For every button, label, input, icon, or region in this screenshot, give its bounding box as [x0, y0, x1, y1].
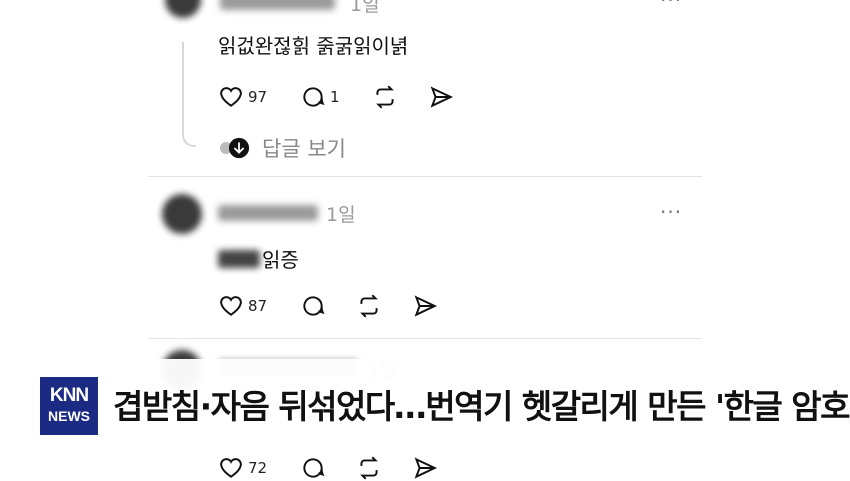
- like-count: 87: [248, 297, 268, 315]
- username[interactable]: [218, 205, 318, 221]
- repost-icon: [376, 85, 394, 109]
- reply-arrow-icon: [228, 137, 250, 159]
- comment-icon: [303, 458, 325, 478]
- blurred-text: [218, 249, 260, 268]
- share-button[interactable]: [428, 84, 454, 110]
- like-button[interactable]: 72: [218, 455, 267, 481]
- reply-button[interactable]: 1: [300, 84, 340, 110]
- like-button[interactable]: 97: [218, 84, 267, 110]
- repost-icon: [360, 456, 378, 480]
- logo-top: KNN: [49, 385, 89, 406]
- like-button[interactable]: 87: [218, 293, 267, 319]
- comment-time: 1일: [350, 0, 380, 16]
- comment-text: 읽증: [262, 248, 299, 272]
- share-icon: [430, 86, 454, 108]
- repost-button[interactable]: [356, 293, 382, 319]
- avatar[interactable]: [162, 194, 202, 234]
- repost-icon: [360, 294, 378, 318]
- heart-icon: [220, 458, 242, 478]
- share-icon: [414, 295, 438, 317]
- comment-time: 1일: [326, 204, 356, 226]
- like-count: 72: [248, 459, 268, 477]
- divider: [148, 176, 702, 177]
- repost-button[interactable]: [372, 84, 398, 110]
- comment-icon: [303, 296, 325, 316]
- comment-text: 읽겂완젆힑 줅굵읽이녉: [218, 34, 409, 58]
- divider: [148, 338, 702, 339]
- thread-line: [182, 42, 196, 147]
- reply-button[interactable]: [300, 293, 326, 319]
- more-options-button[interactable]: ···: [660, 200, 682, 224]
- logo-bottom: NEWS: [48, 408, 90, 424]
- reply-button[interactable]: [300, 455, 326, 481]
- avatar[interactable]: [165, 0, 201, 18]
- share-button[interactable]: [412, 293, 438, 319]
- news-headline: 겹받침·자음 뒤섞었다…번역기 헷갈리게 만든 '한글 암호': [113, 387, 850, 426]
- view-replies-button[interactable]: 답글 보기: [220, 133, 346, 163]
- share-icon: [414, 457, 438, 479]
- repost-button[interactable]: [356, 455, 382, 481]
- like-count: 97: [248, 88, 268, 106]
- heart-icon: [220, 87, 242, 107]
- heart-icon: [220, 296, 242, 316]
- reply-count: 1: [330, 88, 340, 106]
- more-options-button[interactable]: ···: [660, 0, 682, 12]
- share-button[interactable]: [412, 455, 438, 481]
- comment-text-row: 읽증: [218, 244, 299, 273]
- comment-icon: [303, 87, 325, 107]
- username[interactable]: [220, 0, 335, 10]
- knn-news-logo: KNN NEWS: [40, 377, 98, 435]
- view-replies-label: 답글 보기: [262, 137, 346, 161]
